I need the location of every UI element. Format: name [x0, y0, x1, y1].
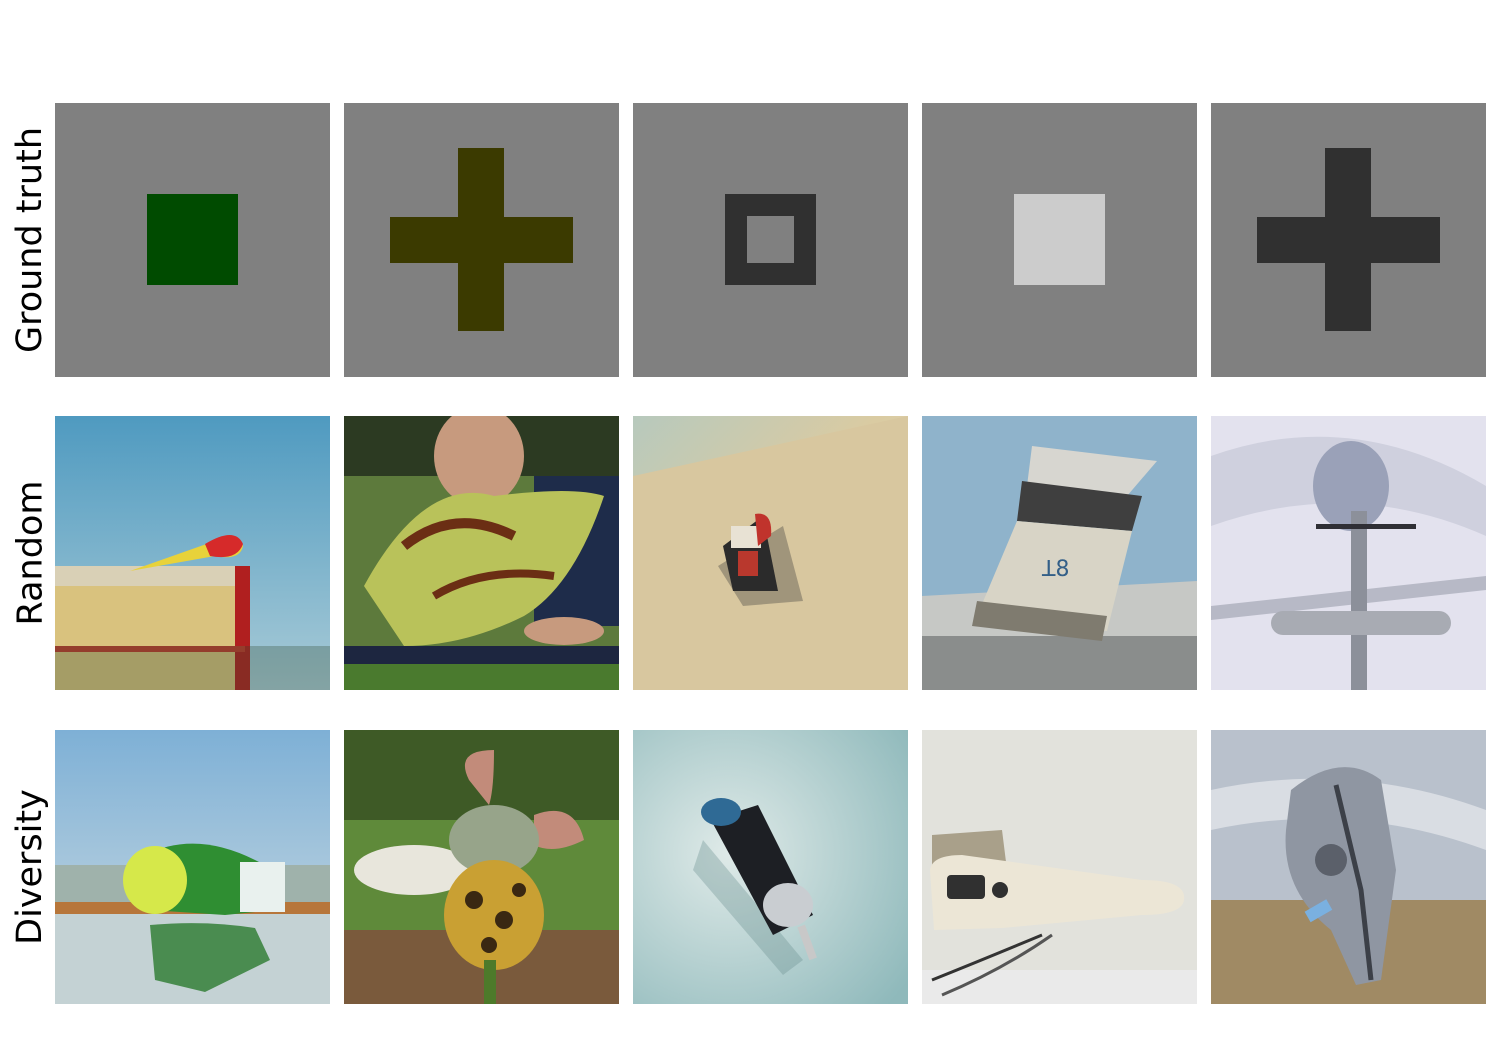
diversity-image-tile [344, 730, 619, 1004]
ground-truth-tile [633, 103, 908, 377]
diversity-image-tile [633, 730, 908, 1004]
row-label-text: Ground truth [10, 126, 51, 354]
toy-chair-photo [633, 416, 908, 690]
row-label-text: Random [10, 480, 50, 626]
ground-truth-shape [1014, 194, 1105, 285]
diversity-image-tile [1211, 730, 1486, 1004]
row-label-ground-truth: Ground truth [0, 103, 60, 377]
black-gadget-photo [633, 730, 908, 1004]
random-image-tile [633, 416, 908, 690]
diversity-image-tile [55, 730, 330, 1004]
random-image-tile: ꓕ8 [922, 416, 1197, 690]
svg-text:ꓕ8: ꓕ8 [1041, 557, 1069, 582]
ground-truth-shape [725, 194, 816, 285]
random-image-tile [1211, 416, 1486, 690]
ground-truth-shape [147, 194, 238, 285]
green-bottle-photo [55, 730, 330, 1004]
random-image-tile [55, 416, 330, 690]
pole-object-photo [1211, 416, 1486, 690]
ground-truth-tile [344, 103, 619, 377]
row-label-random: Random [0, 416, 60, 690]
winged-creature-photo [344, 416, 619, 690]
ground-truth-tile [55, 103, 330, 377]
diversity-image-tile [922, 730, 1197, 1004]
hair-iron-photo [922, 730, 1197, 1004]
row-label-text: Diversity [10, 789, 50, 945]
mechanical-device-photo [1211, 730, 1486, 1004]
row-label-diversity: Diversity [0, 730, 60, 1004]
toy-rocket-photo [55, 416, 330, 690]
spotted-animal-photo [344, 730, 619, 1004]
ground-truth-shape [1257, 148, 1440, 331]
ground-truth-tile [1211, 103, 1486, 377]
ground-truth-shape [390, 148, 573, 331]
cylinder-device-photo: ꓕ8 [922, 416, 1197, 690]
ground-truth-tile [922, 103, 1197, 377]
random-image-tile [344, 416, 619, 690]
